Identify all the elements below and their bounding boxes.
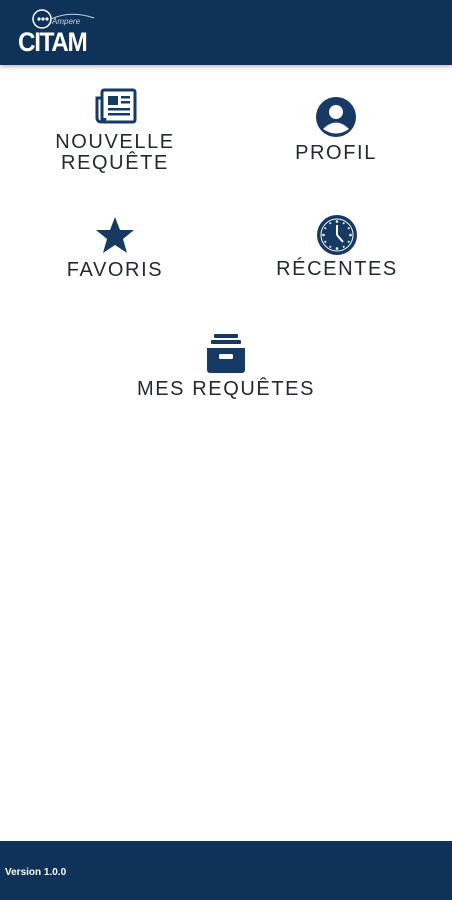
app-footer: Version 1.0.0 (0, 841, 452, 900)
user-circle-icon (316, 97, 356, 137)
profile-label: PROFIL (295, 142, 377, 164)
new-request-label-line1: NOUVELLE (55, 131, 175, 153)
version-text: Version 1.0.0 (5, 867, 67, 878)
newspaper-icon (95, 88, 137, 124)
recent-label: RÉCENTES (276, 258, 398, 280)
logo-subtext: Ampere (52, 17, 81, 26)
favorites-button[interactable]: FAVORIS (50, 216, 180, 281)
clock-icon (317, 215, 357, 255)
new-request-button[interactable]: NOUVELLE REQUÊTE (40, 88, 190, 174)
favorites-label: FAVORIS (66, 259, 164, 281)
inbox-tray-icon (207, 334, 245, 373)
app-header: Ampere CITAM (0, 0, 452, 65)
recent-button[interactable]: RÉCENTES (262, 214, 412, 280)
citam-logo: Ampere CITAM (16, 6, 98, 58)
profile-button[interactable]: PROFIL (270, 96, 402, 164)
my-requests-label: MES REQUÊTES (136, 378, 316, 400)
star-icon (96, 217, 134, 253)
logo-text: CITAM (18, 27, 88, 57)
new-request-label-line2: REQUÊTE (61, 152, 169, 174)
my-requests-button[interactable]: MES REQUÊTES (116, 332, 336, 400)
